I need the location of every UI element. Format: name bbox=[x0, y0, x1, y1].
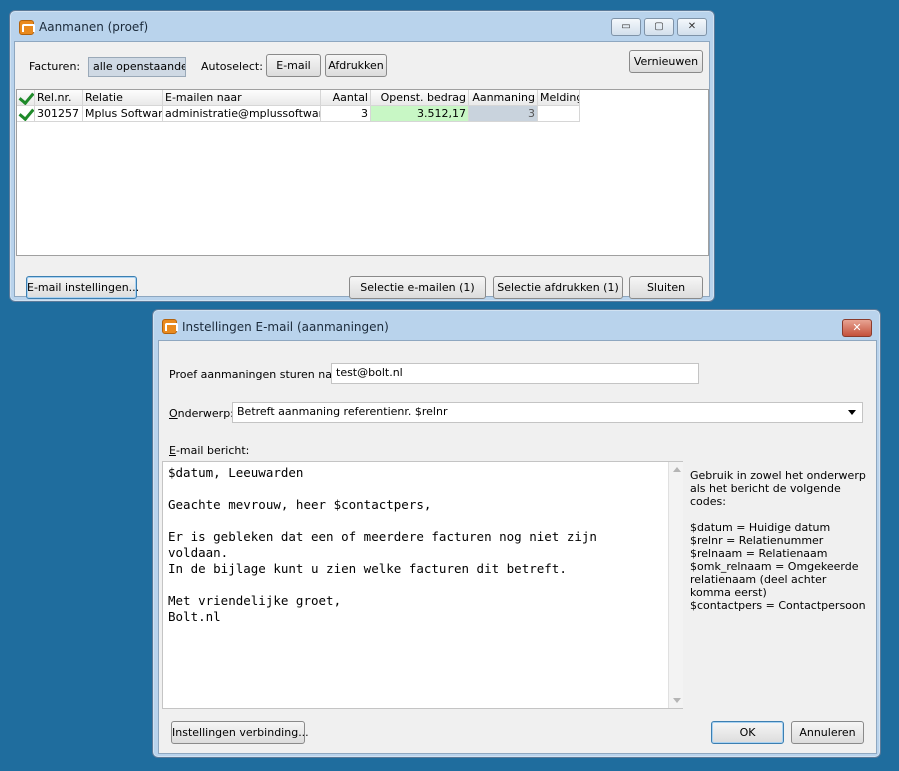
connection-settings-button[interactable]: Instellingen verbinding... bbox=[171, 721, 309, 744]
subject-value: Betreft aanmaning referentienr. $relnr bbox=[237, 405, 448, 418]
scroll-down-icon[interactable] bbox=[673, 698, 681, 703]
main-titlebar[interactable]: Aanmanen (proef) ▭ ▢ ✕ bbox=[10, 11, 714, 41]
facturen-label: Facturen: bbox=[29, 60, 81, 73]
cancel-button[interactable]: Annuleren bbox=[791, 721, 864, 744]
col-header-openst-bedrag[interactable]: Openst. bedrag bbox=[371, 90, 469, 106]
message-label: E-mail bericht: bbox=[169, 444, 249, 457]
subject-dropdown[interactable]: Betreft aanmaning referentienr. $relnr bbox=[232, 402, 863, 423]
facturen-select[interactable]: alle openstaande bbox=[88, 57, 186, 77]
proof-recipient-label: Proef aanmaningen sturen naar: bbox=[169, 368, 347, 381]
col-header-melding[interactable]: Melding bbox=[538, 90, 580, 106]
scroll-up-icon[interactable] bbox=[673, 467, 681, 472]
table-row-aantal[interactable]: 3 bbox=[321, 106, 371, 122]
message-label-text: -mail bericht: bbox=[175, 444, 250, 457]
autoselect-email-button[interactable]: E-mail bbox=[266, 54, 321, 77]
table-row-aanmaning[interactable]: 3 bbox=[469, 106, 538, 122]
table-row-relnr[interactable]: 301257 bbox=[35, 106, 83, 122]
maximize-icon: ▢ bbox=[654, 21, 664, 32]
header-check-cell[interactable] bbox=[17, 90, 35, 106]
subject-label-accesskey: O bbox=[169, 407, 178, 420]
placeholder-help-text: Gebruik in zowel het onderwerp als het b… bbox=[690, 469, 866, 612]
close-icon: ✕ bbox=[852, 321, 862, 334]
dialog-title: Instellingen E-mail (aanmaningen) bbox=[182, 320, 389, 334]
dialog-client-area: Proef aanmaningen sturen naar: test@bolt… bbox=[158, 340, 877, 754]
row-check-cell[interactable] bbox=[17, 106, 35, 122]
subject-label-text: nderwerp: bbox=[177, 407, 234, 420]
message-scrollbar[interactable] bbox=[668, 462, 683, 708]
chevron-down-icon[interactable] bbox=[848, 410, 856, 415]
table-row-openst-bedrag[interactable]: 3.512,17 bbox=[371, 106, 469, 122]
table-row-relatie[interactable]: Mplus Software bbox=[83, 106, 163, 122]
main-window-title: Aanmanen (proef) bbox=[39, 20, 149, 34]
proof-recipient-input[interactable]: test@bolt.nl bbox=[331, 363, 699, 384]
maximize-button[interactable]: ▢ bbox=[644, 18, 674, 36]
close-icon: ✕ bbox=[687, 21, 697, 32]
minimize-button[interactable]: ▭ bbox=[611, 18, 641, 36]
invoice-grid[interactable]: Rel.nr. Relatie E-mailen naar Aantal Ope… bbox=[16, 89, 709, 256]
refresh-button[interactable]: Vernieuwen bbox=[629, 50, 703, 73]
col-header-relnr[interactable]: Rel.nr. bbox=[35, 90, 83, 106]
main-close-caption-button[interactable]: ✕ bbox=[677, 18, 707, 36]
autoselect-print-button[interactable]: Afdrukken bbox=[325, 54, 387, 77]
ok-button[interactable]: OK bbox=[711, 721, 784, 744]
dialog-logo-icon bbox=[162, 319, 178, 334]
autoselect-label: Autoselect: bbox=[201, 60, 263, 73]
app-logo-icon bbox=[19, 20, 35, 35]
dialog-titlebar[interactable]: Instellingen E-mail (aanmaningen) ✕ bbox=[153, 310, 880, 340]
select-all-check-icon bbox=[18, 90, 34, 105]
email-settings-button[interactable]: E-mail instellingen... bbox=[26, 276, 139, 299]
col-header-relatie[interactable]: Relatie bbox=[83, 90, 163, 106]
message-body-editor[interactable]: $datum, Leeuwarden Geachte mevrouw, heer… bbox=[162, 461, 683, 709]
col-header-aanmaning[interactable]: Aanmaning bbox=[469, 90, 538, 106]
main-client-area: Facturen: alle openstaande Autoselect: E… bbox=[14, 41, 710, 299]
minimize-icon: ▭ bbox=[621, 21, 631, 32]
table-row-melding[interactable] bbox=[538, 106, 580, 122]
selection-email-button[interactable]: Selectie e-mailen (1) bbox=[349, 276, 486, 299]
email-settings-dialog: Instellingen E-mail (aanmaningen) ✕ Proe… bbox=[152, 309, 881, 758]
col-header-email[interactable]: E-mailen naar bbox=[163, 90, 321, 106]
dialog-close-caption-button[interactable]: ✕ bbox=[842, 319, 872, 337]
subject-label: Onderwerp: bbox=[169, 407, 234, 420]
close-button[interactable]: Sluiten bbox=[629, 276, 703, 299]
main-window: Aanmanen (proef) ▭ ▢ ✕ Facturen: alle op… bbox=[9, 10, 715, 302]
message-label-accesskey: E bbox=[169, 444, 176, 457]
row-selected-check-icon bbox=[18, 106, 34, 121]
col-header-aantal[interactable]: Aantal bbox=[321, 90, 371, 106]
table-row-email[interactable]: administratie@mplussoftware.nl bbox=[163, 106, 321, 122]
selection-print-button[interactable]: Selectie afdrukken (1) bbox=[493, 276, 623, 299]
